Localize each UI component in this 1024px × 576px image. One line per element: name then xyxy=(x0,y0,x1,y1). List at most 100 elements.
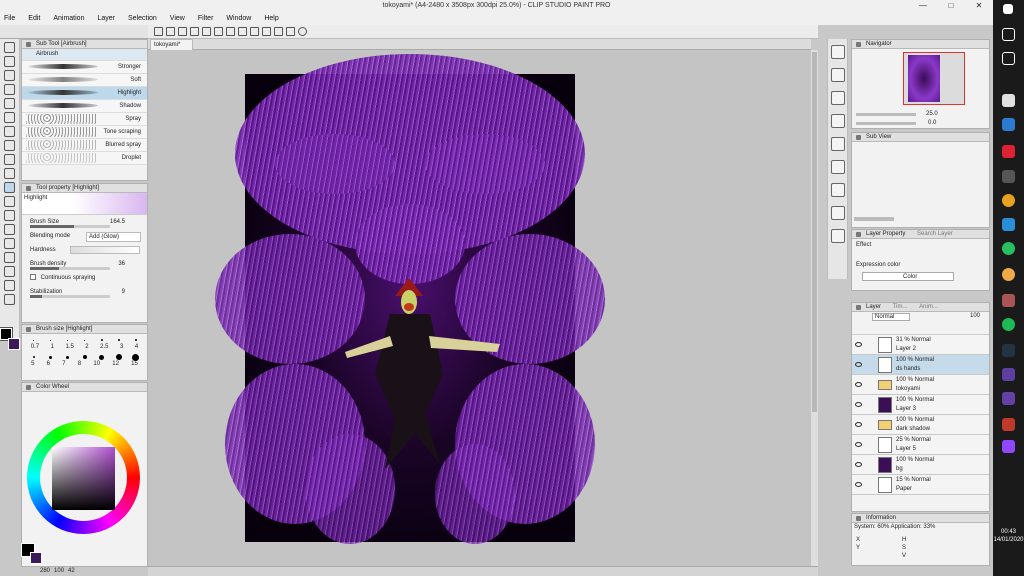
size-dot[interactable] xyxy=(47,336,55,344)
close-button[interactable]: ✕ xyxy=(965,0,993,12)
brush-size-value[interactable]: 164.5 xyxy=(110,215,125,229)
blending-mode-select[interactable]: Add (Glow) xyxy=(86,232,141,242)
app-icon[interactable] xyxy=(1002,294,1015,307)
menu-view[interactable]: View xyxy=(170,15,185,22)
artwork-canvas[interactable] xyxy=(215,54,605,544)
menu-edit[interactable]: Edit xyxy=(28,15,40,22)
size-dot[interactable] xyxy=(30,353,38,361)
menu-file[interactable]: File xyxy=(4,15,15,22)
expression-color-select[interactable]: Color xyxy=(862,272,954,281)
size-dot[interactable] xyxy=(115,353,123,361)
menu-help[interactable]: Help xyxy=(264,15,278,22)
text-tool-icon[interactable] xyxy=(4,280,15,291)
help-icon[interactable] xyxy=(298,27,307,36)
brush-shadow[interactable]: Shadow xyxy=(22,100,147,113)
layer-row[interactable]: 15 % Normal Paper xyxy=(852,475,989,495)
size-dot[interactable] xyxy=(98,353,106,361)
visibility-eye-icon[interactable] xyxy=(855,422,862,427)
clear-icon[interactable] xyxy=(214,27,223,36)
invert-selection-icon[interactable] xyxy=(250,27,259,36)
color-set-icon[interactable] xyxy=(830,229,845,243)
pen-tool-icon[interactable] xyxy=(4,140,15,151)
canvas-area[interactable] xyxy=(148,50,811,566)
menu-window[interactable]: Window xyxy=(226,15,251,22)
move-layer-tool-icon[interactable] xyxy=(4,84,15,95)
brush-blurred-spray[interactable]: Blurred spray xyxy=(22,139,147,152)
brush-density-row[interactable]: Brush density 36 xyxy=(22,257,147,271)
brush-highlight[interactable]: Highlight xyxy=(22,87,147,100)
size-dot[interactable] xyxy=(81,336,89,344)
move-tool-icon[interactable] xyxy=(4,56,15,67)
app-icon[interactable] xyxy=(1002,368,1015,381)
visibility-eye-icon[interactable] xyxy=(855,442,862,447)
save-icon[interactable] xyxy=(178,27,187,36)
menu-animation[interactable]: Animation xyxy=(53,15,84,22)
continuous-spraying-row[interactable]: Continuous spraying xyxy=(22,271,147,285)
brush-tone-scraping[interactable]: Tone scraping xyxy=(22,126,147,139)
app-icon[interactable] xyxy=(1002,218,1015,231)
menu-filter[interactable]: Filter xyxy=(198,15,214,22)
taskbar-clock[interactable]: 00:43 14/01/2020 xyxy=(993,528,1024,544)
selection-tool-icon[interactable] xyxy=(4,98,15,109)
rotation-value[interactable]: 0.0 xyxy=(928,120,936,126)
app-icon[interactable] xyxy=(1002,418,1015,431)
size-dot[interactable] xyxy=(64,336,72,344)
chrome-icon[interactable] xyxy=(1002,268,1015,281)
minimize-button[interactable]: — xyxy=(909,0,937,12)
size-dot[interactable] xyxy=(47,353,55,361)
layer-row[interactable]: 100 % Normal tokoyami xyxy=(852,375,989,395)
chrome-icon[interactable] xyxy=(1002,194,1015,207)
size-dot[interactable] xyxy=(132,353,140,361)
app-icon[interactable] xyxy=(1002,170,1015,183)
search-layer-tab[interactable]: Search Layer xyxy=(917,231,953,237)
menu-layer[interactable]: Layer xyxy=(97,15,115,22)
maximize-button[interactable]: □ xyxy=(937,0,965,12)
layer-search-icon[interactable] xyxy=(830,183,845,197)
timeline-tab[interactable]: Tim... xyxy=(893,304,908,310)
open-file-icon[interactable] xyxy=(166,27,175,36)
new-file-icon[interactable] xyxy=(154,27,163,36)
whatsapp-icon[interactable] xyxy=(1002,242,1015,255)
document-tab[interactable]: tokoyami* xyxy=(150,39,194,50)
size-dot[interactable] xyxy=(132,336,140,344)
size-dot[interactable] xyxy=(30,336,38,344)
blend-tool-icon[interactable] xyxy=(4,224,15,235)
zoom-value[interactable]: 25.0 xyxy=(926,111,938,117)
search-icon[interactable] xyxy=(1002,28,1015,41)
pencil-tool-icon[interactable] xyxy=(4,154,15,165)
twitch-icon[interactable] xyxy=(1002,392,1015,405)
eraser-tool-icon[interactable] xyxy=(4,210,15,221)
layer-property-icon[interactable] xyxy=(830,91,845,105)
fill-icon[interactable] xyxy=(262,27,271,36)
visibility-eye-icon[interactable] xyxy=(855,402,862,407)
brush-size-row[interactable]: Brush Size 164.5 xyxy=(22,215,147,229)
sub-tool-group-tab[interactable]: Airbrush xyxy=(22,49,147,61)
transform-icon[interactable] xyxy=(226,27,235,36)
blend-mode-select[interactable]: Normal xyxy=(872,313,910,321)
layer-property-tab[interactable]: Layer Property xyxy=(866,231,905,237)
eyedropper-tool-icon[interactable] xyxy=(4,126,15,137)
layer-row[interactable]: 100 % Normal ds hands xyxy=(852,355,989,375)
layer-row[interactable]: 31 % Normal Layer 2 xyxy=(852,335,989,355)
task-view-icon[interactable] xyxy=(1002,52,1015,65)
auto-select-tool-icon[interactable] xyxy=(4,112,15,123)
decoration-tool-icon[interactable] xyxy=(4,196,15,207)
brush-stronger[interactable]: Stronger xyxy=(22,61,147,74)
layer-row[interactable]: 100 % Normal Layer 3 xyxy=(852,395,989,415)
vertical-scrollbar[interactable] xyxy=(811,50,818,566)
menu-selection[interactable]: Selection xyxy=(128,15,157,22)
rotation-slider[interactable] xyxy=(856,122,916,125)
zoom-tool-icon[interactable] xyxy=(4,42,15,53)
settings-icon[interactable] xyxy=(286,27,295,36)
brush-density-slider[interactable] xyxy=(30,267,110,270)
item-bank-icon[interactable] xyxy=(830,160,845,174)
blending-mode-row[interactable]: Blending mode Add (Glow) xyxy=(22,229,147,243)
size-dot[interactable] xyxy=(98,336,106,344)
fill-tool-icon[interactable] xyxy=(4,238,15,249)
airbrush-tool-icon[interactable] xyxy=(4,182,15,193)
app-icon[interactable] xyxy=(1002,145,1015,158)
zoom-slider[interactable] xyxy=(856,113,916,116)
figure-tool-icon[interactable] xyxy=(4,266,15,277)
stabilization-value[interactable]: 9 xyxy=(122,285,125,299)
size-dot[interactable] xyxy=(64,353,72,361)
